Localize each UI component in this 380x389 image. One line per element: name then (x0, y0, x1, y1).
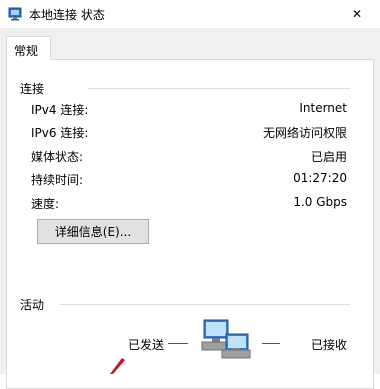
ipv4-label: IPv4 连接: (31, 103, 89, 117)
connection-group-divider (88, 88, 350, 89)
ipv4-value: Internet (299, 101, 347, 115)
ipv6-value: 无网络访问权限 (262, 126, 347, 140)
speed-value: 1.0 Gbps (293, 195, 347, 209)
ipv6-label: IPv6 连接: (31, 126, 89, 140)
duration-label: 持续时间: (31, 173, 84, 187)
network-activity-icon (201, 319, 251, 359)
received-dash (262, 343, 280, 344)
media-state-value: 已启用 (310, 150, 347, 164)
duration-value: 01:27:20 (293, 171, 347, 185)
details-button-label: 详细信息(E)... (54, 225, 132, 239)
sent-label: 已发送 (128, 338, 165, 352)
window-title: 本地连接 状态 (29, 8, 105, 22)
connection-group-heading: 连接 (20, 82, 45, 96)
close-button[interactable]: ✕ (334, 0, 380, 28)
activity-group-divider (60, 304, 350, 305)
received-label: 已接收 (311, 338, 348, 352)
tab-general[interactable]: 常规 (6, 36, 51, 60)
network-adapter-icon (8, 7, 22, 21)
activity-group-heading: 活动 (20, 298, 45, 312)
close-icon: ✕ (351, 7, 363, 21)
details-button[interactable]: 详细信息(E)... (37, 219, 149, 244)
speed-label: 速度: (31, 197, 60, 211)
red-arrow-icon (110, 358, 125, 374)
sent-dash (168, 343, 188, 344)
tab-general-label: 常规 (14, 44, 39, 58)
media-state-label: 媒体状态: (31, 150, 84, 164)
title-bar: 本地连接 状态 ✕ (0, 0, 380, 28)
